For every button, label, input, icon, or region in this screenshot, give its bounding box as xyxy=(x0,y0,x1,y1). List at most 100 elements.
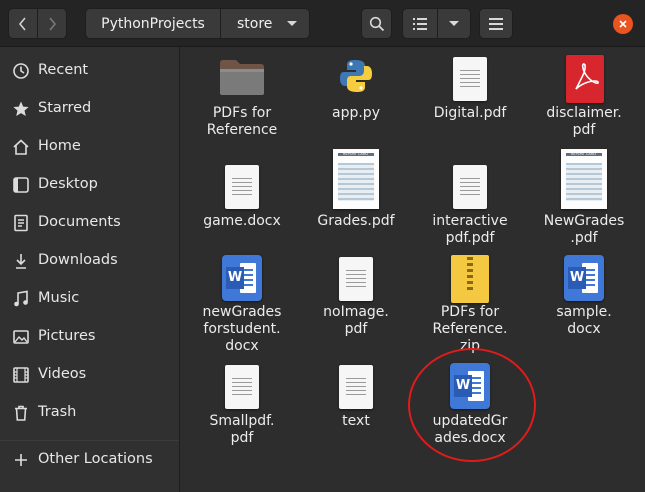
breadcrumb-label: PythonProjects xyxy=(101,15,205,32)
pdf-icon xyxy=(566,55,604,103)
sidebar-item-desktop[interactable]: Desktop xyxy=(0,167,179,203)
sidebar-divider xyxy=(0,440,179,441)
file-item[interactable]: Smallpdf. pdf xyxy=(187,355,297,455)
sidebar-item-music[interactable]: Music xyxy=(0,281,179,317)
documents-icon xyxy=(14,214,28,232)
file-item[interactable]: text xyxy=(301,355,411,455)
report-card-thumbnail: REPORT CARD xyxy=(333,149,379,209)
file-name: Digital.pdf xyxy=(433,105,507,121)
breadcrumb-label: store xyxy=(237,15,273,32)
file-name: sample. docx xyxy=(556,304,612,337)
view-options-button[interactable] xyxy=(437,8,471,39)
sidebar-item-trash[interactable]: Trash xyxy=(0,395,179,431)
chevron-down-icon xyxy=(449,21,459,26)
file-name: PDFs for Reference. zip xyxy=(432,304,508,354)
sidebar-item-label: Documents xyxy=(38,214,121,230)
sidebar-item-label: Downloads xyxy=(38,252,118,268)
document-icon xyxy=(453,57,487,101)
sidebar-item-label: Trash xyxy=(38,404,77,420)
home-icon xyxy=(13,139,29,155)
sidebar-item-label: Music xyxy=(38,290,80,306)
report-card-rows xyxy=(338,163,374,201)
file-name: disclaimer. pdf xyxy=(546,105,622,138)
sidebar-item-label: Recent xyxy=(38,62,89,78)
forward-button[interactable] xyxy=(37,8,67,39)
document-icon xyxy=(225,165,259,209)
chevron-down-icon xyxy=(287,21,297,26)
file-name: app.py xyxy=(332,105,380,121)
music-icon xyxy=(14,290,28,307)
search-button[interactable] xyxy=(361,8,392,39)
desktop-icon xyxy=(13,177,29,193)
menu-button[interactable] xyxy=(479,8,513,39)
sidebar-item-pictures[interactable]: Pictures xyxy=(0,319,179,355)
file-item[interactable]: REPORT CARD NewGrades .pdf xyxy=(529,147,639,255)
file-name: game.docx xyxy=(203,213,281,229)
sidebar-item-home[interactable]: Home xyxy=(0,129,179,165)
word-document-icon: W xyxy=(564,255,604,301)
file-item[interactable]: W sample. docx xyxy=(529,247,639,357)
chevron-left-icon xyxy=(18,16,26,31)
hamburger-menu-icon xyxy=(489,17,503,30)
star-icon xyxy=(13,101,29,116)
list-view-button[interactable] xyxy=(402,8,438,39)
sidebar-item-other-locations[interactable]: Other Locations xyxy=(0,442,179,478)
file-name: NewGrades .pdf xyxy=(543,213,625,246)
file-name: Grades.pdf xyxy=(317,213,395,229)
file-manager-window: PythonProjects store Recent Starred Home xyxy=(0,0,645,492)
sidebar-item-downloads[interactable]: Downloads xyxy=(0,243,179,279)
breadcrumb-pythonprojects[interactable]: PythonProjects xyxy=(85,8,221,39)
word-document-icon: W xyxy=(450,363,490,409)
breadcrumb-store[interactable]: store xyxy=(220,8,310,39)
download-icon xyxy=(16,254,26,269)
file-name: noImage. pdf xyxy=(323,304,389,337)
file-item[interactable]: REPORT CARD Grades.pdf xyxy=(301,147,411,255)
pictures-icon xyxy=(13,330,29,344)
file-name: updatedGr ades.docx xyxy=(432,413,508,446)
chevron-right-icon xyxy=(49,16,57,31)
file-item[interactable]: game.docx xyxy=(187,155,297,255)
back-button[interactable] xyxy=(8,8,38,39)
file-item[interactable]: PDFs for Reference. zip xyxy=(415,247,525,357)
list-view-icon xyxy=(413,17,427,30)
sidebar-item-label: Other Locations xyxy=(38,451,153,467)
videos-icon xyxy=(13,367,29,383)
file-item[interactable]: Digital.pdf xyxy=(415,47,525,147)
document-icon xyxy=(339,257,373,301)
file-name: interactive pdf.pdf xyxy=(432,213,508,246)
sidebar-item-recent[interactable]: Recent xyxy=(0,53,179,89)
file-item[interactable]: interactive pdf.pdf xyxy=(415,155,525,255)
report-card-thumbnail: REPORT CARD xyxy=(561,149,607,209)
file-item[interactable]: app.py xyxy=(301,47,411,147)
close-window-button[interactable] xyxy=(613,14,633,34)
file-item[interactable]: disclaimer. pdf xyxy=(529,47,639,147)
sidebar-item-starred[interactable]: Starred xyxy=(0,91,179,127)
sidebar-item-label: Starred xyxy=(38,100,92,116)
word-letter: W xyxy=(454,375,472,397)
document-icon xyxy=(225,365,259,409)
sidebar-item-label: Pictures xyxy=(38,328,96,344)
file-item[interactable]: noImage. pdf xyxy=(301,247,411,357)
sidebar-item-label: Desktop xyxy=(38,176,98,192)
report-card-title: REPORT CARD xyxy=(343,152,368,156)
file-item[interactable]: PDFs for Reference xyxy=(187,47,297,147)
close-icon xyxy=(619,20,627,28)
file-item[interactable]: W updatedGr ades.docx xyxy=(415,355,525,455)
file-grid: PDFs for Reference app.py Digital.pdf di… xyxy=(181,47,645,492)
document-icon xyxy=(339,365,373,409)
word-document-icon: W xyxy=(222,255,262,301)
document-icon xyxy=(453,165,487,209)
sidebar-item-label: Home xyxy=(38,138,81,154)
header-bar: PythonProjects store xyxy=(0,0,645,47)
folder-icon xyxy=(220,60,264,95)
report-card-title: REPORT CARD xyxy=(571,152,596,156)
zip-archive-icon xyxy=(451,255,489,303)
sidebar-item-videos[interactable]: Videos xyxy=(0,357,179,393)
python-file-icon xyxy=(340,60,372,92)
file-name: newGrades forstudent. docx xyxy=(202,304,282,354)
sidebar: Recent Starred Home Desktop Documents Do… xyxy=(0,47,180,492)
sidebar-item-documents[interactable]: Documents xyxy=(0,205,179,241)
acrobat-icon xyxy=(575,63,599,90)
file-item[interactable]: W newGrades forstudent. docx xyxy=(187,247,297,357)
sidebar-item-label: Videos xyxy=(38,366,87,382)
